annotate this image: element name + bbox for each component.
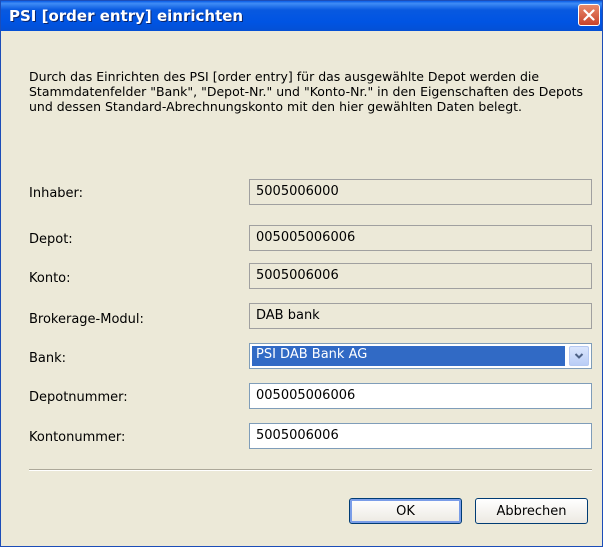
close-button[interactable] bbox=[578, 4, 600, 26]
konto-field: 5005006006 bbox=[249, 263, 592, 289]
depot-field: 005005006006 bbox=[249, 225, 592, 251]
cancel-button[interactable]: Abbrechen bbox=[475, 498, 588, 524]
kontonummer-label: Kontonummer: bbox=[29, 430, 126, 445]
dialog-title: PSI [order entry] einrichten bbox=[9, 7, 244, 25]
description-text: Durch das Einrichten des PSI [order entr… bbox=[29, 69, 584, 114]
bank-select[interactable]: PSI DAB Bank AG bbox=[249, 343, 592, 369]
inhaber-field: 5005006000 bbox=[249, 179, 592, 205]
kontonummer-input[interactable]: 5005006006 bbox=[249, 423, 592, 449]
depotnummer-input[interactable]: 005005006006 bbox=[249, 383, 592, 409]
separator bbox=[29, 469, 592, 471]
depot-label: Depot: bbox=[29, 232, 73, 247]
bank-dropdown-button[interactable] bbox=[569, 346, 589, 366]
depotnummer-label: Depotnummer: bbox=[29, 390, 128, 405]
close-icon bbox=[583, 9, 595, 21]
bank-label: Bank: bbox=[29, 351, 67, 366]
brokerage-modul-field: DAB bank bbox=[249, 303, 592, 329]
ok-button[interactable]: OK bbox=[349, 498, 462, 524]
inhaber-label: Inhaber: bbox=[29, 186, 84, 201]
title-bar[interactable]: PSI [order entry] einrichten bbox=[1, 1, 602, 31]
chevron-down-icon bbox=[574, 353, 584, 359]
dialog-window: PSI [order entry] einrichten Durch das E… bbox=[0, 0, 603, 547]
brokerage-modul-label: Brokerage-Modul: bbox=[29, 312, 144, 327]
bank-selected-value: PSI DAB Bank AG bbox=[252, 346, 565, 366]
konto-label: Konto: bbox=[29, 271, 71, 286]
